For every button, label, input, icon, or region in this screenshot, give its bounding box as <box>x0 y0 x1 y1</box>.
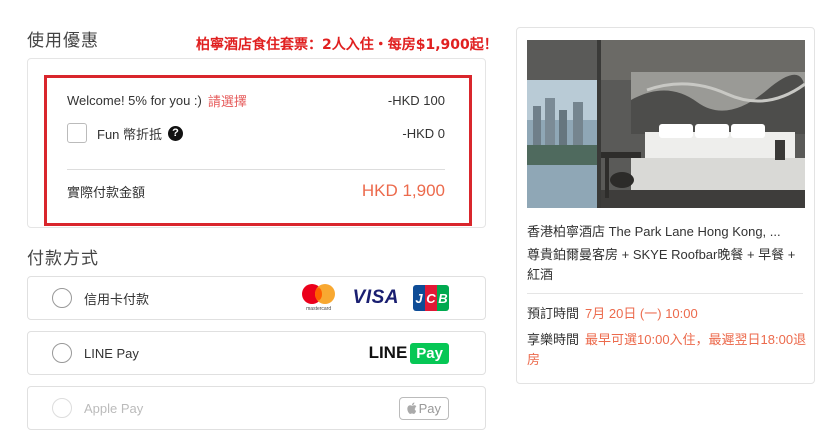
apple-pay-label: Apple Pay <box>84 400 144 416</box>
fun-coin-row: Fun 幣折抵 ? -HKD 0 <box>67 123 445 143</box>
hotel-name[interactable]: 香港柏寧酒店 The Park Lane Hong Kong, ... <box>527 221 805 240</box>
fun-coin-label: Fun 幣折抵 <box>97 126 163 142</box>
total-divider <box>67 169 445 170</box>
total-label: 實際付款金額 <box>67 184 146 200</box>
payment-option-line-pay[interactable]: LINE Pay LINE Pay <box>27 331 486 375</box>
line-pay-logo: LINE Pay <box>369 332 449 374</box>
checkout-page: 使用優惠 柏寧酒店食住套票：2人入住・每房$1,900起！ Welcome! 5… <box>0 0 830 430</box>
select-coupon-link[interactable]: 請選擇 <box>208 91 247 110</box>
apple-pay-radio <box>52 398 72 418</box>
plan-name: 尊貴鉑爾曼客房 + SKYE Roofbar晚餐 + 早餐 + 紅酒 <box>527 247 796 282</box>
mastercard-icon: mastercard <box>299 284 339 312</box>
jcb-icon: JCB <box>413 285 449 311</box>
welcome-coupon-row: Welcome! 5% for you :) 請選擇 -HKD 100 <box>67 91 445 110</box>
line-pay-label: LINE Pay <box>84 345 139 361</box>
booking-time-value: 7月 20日 (一) 10:00 <box>585 306 698 321</box>
visa-icon: VISA <box>352 287 399 308</box>
payment-option-apple-pay: Apple Pay Pay <box>27 386 486 430</box>
payment-option-credit-card[interactable]: 信用卡付款 mastercard VISA JCB <box>27 276 486 320</box>
help-icon[interactable]: ? <box>168 125 184 141</box>
summary-divider <box>527 293 803 294</box>
payment-section-title: 付款方式 <box>27 249 99 268</box>
booking-time-row: 預訂時間 7月 20日 (一) 10:00 <box>527 304 807 324</box>
total-row: 實際付款金額 HKD 1,900 <box>67 181 445 201</box>
card-logos: mastercard VISA JCB <box>299 277 449 319</box>
total-amount: HKD 1,900 <box>361 181 445 200</box>
line-pay-icon: LINE Pay <box>369 342 449 364</box>
fun-coin-amount: -HKD 0 <box>402 125 445 141</box>
enjoy-time-row: 享樂時間 最早可選10:00入住，最遲翌日18:00退房 <box>527 330 807 370</box>
hotel-room-image <box>527 40 805 208</box>
welcome-coupon-amount: -HKD 100 <box>387 93 445 108</box>
welcome-coupon-label: Welcome! 5% for you :) <box>67 93 202 108</box>
fun-coin-checkbox[interactable] <box>67 123 87 143</box>
discount-section-title: 使用優惠 <box>27 31 99 50</box>
apple-pay-logo: Pay <box>398 387 449 429</box>
promo-banner: 柏寧酒店食住套票：2人入住・每房$1,900起！ <box>196 37 498 53</box>
line-pay-radio[interactable] <box>52 343 72 363</box>
apple-pay-icon: Pay <box>398 396 449 420</box>
credit-card-label: 信用卡付款 <box>84 291 150 307</box>
booking-time-label: 預訂時間 <box>527 306 580 321</box>
enjoy-time-label: 享樂時間 <box>527 332 580 347</box>
credit-card-radio[interactable] <box>52 288 72 308</box>
